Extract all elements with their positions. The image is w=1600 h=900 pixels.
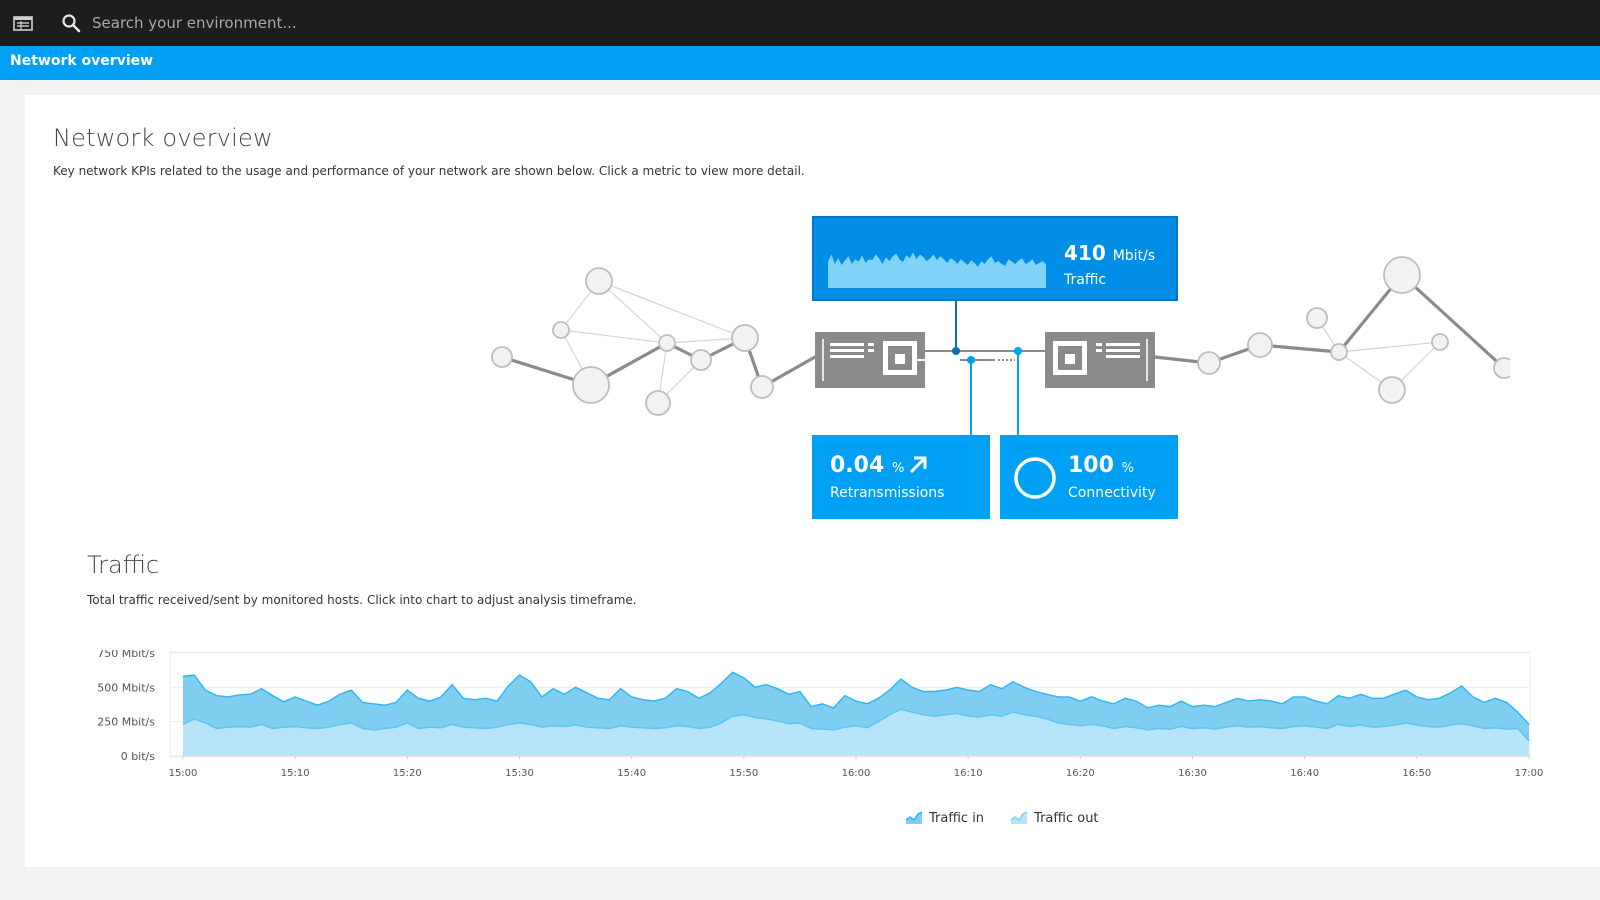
- traffic-kpi-unit: Mbit/s: [1112, 248, 1156, 264]
- x-tick-label: 16:00: [842, 768, 871, 779]
- page-description: Key network KPIs related to the usage an…: [53, 164, 805, 178]
- traffic-kpi-tile[interactable]: 410 Mbit/s Traffic: [812, 216, 1178, 301]
- traffic-chart[interactable]: 0 bit/s 250 Mbit/s 500 Mbit/s 750 Mbit/s 15:…: [80, 650, 1570, 800]
- search-input[interactable]: [92, 9, 512, 37]
- sparkline-area: [828, 252, 1046, 288]
- legend-label-traffic-in: Traffic in: [929, 810, 985, 826]
- search-icon: [62, 14, 81, 33]
- network-switch-right: [1045, 332, 1155, 388]
- connectivity-kpi-unit: %: [1121, 461, 1134, 476]
- area-chart-icon: [905, 811, 923, 824]
- x-tick-label: 15:30: [505, 768, 534, 779]
- traffic-section-title: Traffic: [87, 551, 160, 579]
- x-tick-label: 15:00: [169, 768, 198, 779]
- x-tick-label: 16:10: [954, 768, 983, 779]
- menu-icon[interactable]: [12, 12, 34, 34]
- x-tick-label: 16:40: [1290, 768, 1319, 779]
- area-chart-icon: [1010, 811, 1028, 824]
- connectivity-kpi-tile[interactable]: 100 % Connectivity: [1000, 435, 1178, 519]
- connectivity-kpi-label: Connectivity: [1068, 485, 1156, 501]
- retransmissions-kpi-unit: %: [891, 461, 905, 476]
- x-tick-label: 16:20: [1066, 768, 1095, 779]
- legend-item-traffic-in[interactable]: Traffic in: [905, 808, 984, 828]
- y-tick-label: 0 bit/s: [121, 750, 156, 763]
- legend-label-traffic-out: Traffic out: [1034, 810, 1099, 826]
- switch-link: [925, 295, 1045, 435]
- x-tick-label: 16:50: [1402, 768, 1431, 779]
- arrow-up-right-icon: [909, 456, 927, 474]
- y-tick-label: 500 Mbit/s: [97, 681, 155, 694]
- x-tick-label: 15:50: [729, 768, 758, 779]
- retransmissions-kpi-value: 0.04 %: [830, 453, 905, 478]
- y-tick-label: 250 Mbit/s: [97, 716, 155, 729]
- x-tick-label: 15:40: [617, 768, 646, 779]
- retransmissions-kpi-tile[interactable]: 0.04 % Retransmissions: [812, 435, 990, 519]
- chart-legend: Traffic in Traffic out: [905, 808, 1099, 828]
- page-title: Network overview: [53, 124, 273, 152]
- title-bar: Network overview: [0, 46, 1600, 80]
- connectivity-ring-icon: [1014, 457, 1056, 499]
- traffic-kpi-value: 410 Mbit/s: [1064, 241, 1156, 265]
- x-tick-label: 16:30: [1178, 768, 1207, 779]
- y-tick-label: 750 Mbit/s: [97, 650, 155, 660]
- retransmissions-kpi-label: Retransmissions: [830, 485, 945, 501]
- x-tick-label: 15:20: [393, 768, 422, 779]
- top-bar: [0, 0, 1600, 46]
- left-network-graph: [491, 267, 817, 416]
- network-switch-left: [815, 332, 926, 388]
- traffic-sparkline: [828, 252, 1046, 288]
- connectivity-kpi-value: 100 %: [1068, 453, 1134, 478]
- titlebar-title: Network overview: [10, 53, 154, 69]
- x-tick-label: 15:10: [281, 768, 310, 779]
- traffic-kpi-label: Traffic: [1064, 272, 1107, 288]
- traffic-section-description: Total traffic received/sent by monitored…: [87, 593, 637, 607]
- legend-item-traffic-out[interactable]: Traffic out: [1010, 808, 1099, 828]
- right-network-graph: [1153, 256, 1510, 404]
- x-tick-label: 17:00: [1515, 768, 1544, 779]
